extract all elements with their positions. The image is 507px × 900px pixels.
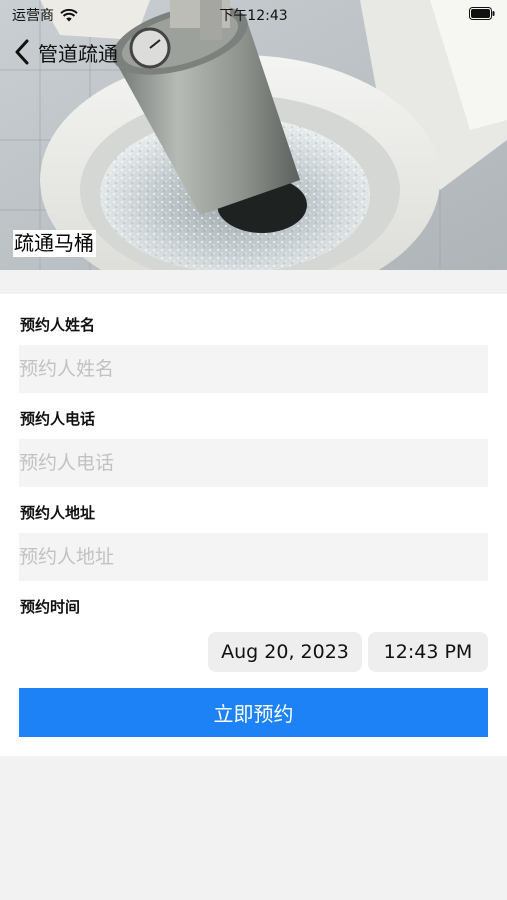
phone-input[interactable]	[19, 439, 488, 487]
date-value: Aug 20, 2023	[221, 641, 349, 663]
booking-form: 预约人姓名 预约人电话 预约人地址 预约时间 Aug 20, 2023 12:4…	[0, 294, 507, 756]
phone-label: 预约人电话	[20, 410, 96, 428]
time-label: 预约时间	[20, 598, 81, 616]
book-now-label: 立即预约	[213, 702, 294, 726]
screen: 运营商 下午12:43 管道疏通 疏通马桶 预约人姓名 预约人姓名 预约人电话 …	[0, 0, 507, 900]
battery-icon	[469, 7, 495, 20]
status-bar: 运营商 下午12:43	[0, 0, 507, 28]
status-time: 下午12:43	[219, 8, 288, 24]
chevron-left-icon	[15, 39, 29, 65]
hero-image: 运营商 下午12:43 管道疏通 疏通马桶	[0, 0, 507, 270]
hero-caption: 疏通马桶	[13, 230, 96, 257]
name-label: 预约人姓名	[20, 316, 96, 334]
date-picker[interactable]: Aug 20, 2023	[208, 632, 362, 672]
address-label: 预约人地址	[20, 504, 96, 522]
time-picker[interactable]: 12:43 PM	[368, 632, 488, 672]
address-input[interactable]	[19, 533, 488, 581]
back-button[interactable]: 管道疏通	[0, 38, 118, 67]
nav-bar: 管道疏通	[0, 34, 118, 70]
time-value: 12:43 PM	[383, 641, 473, 663]
name-input[interactable]	[19, 345, 488, 393]
book-now-button[interactable]: 立即预约	[19, 688, 488, 737]
page-title: 管道疏通	[38, 41, 118, 66]
